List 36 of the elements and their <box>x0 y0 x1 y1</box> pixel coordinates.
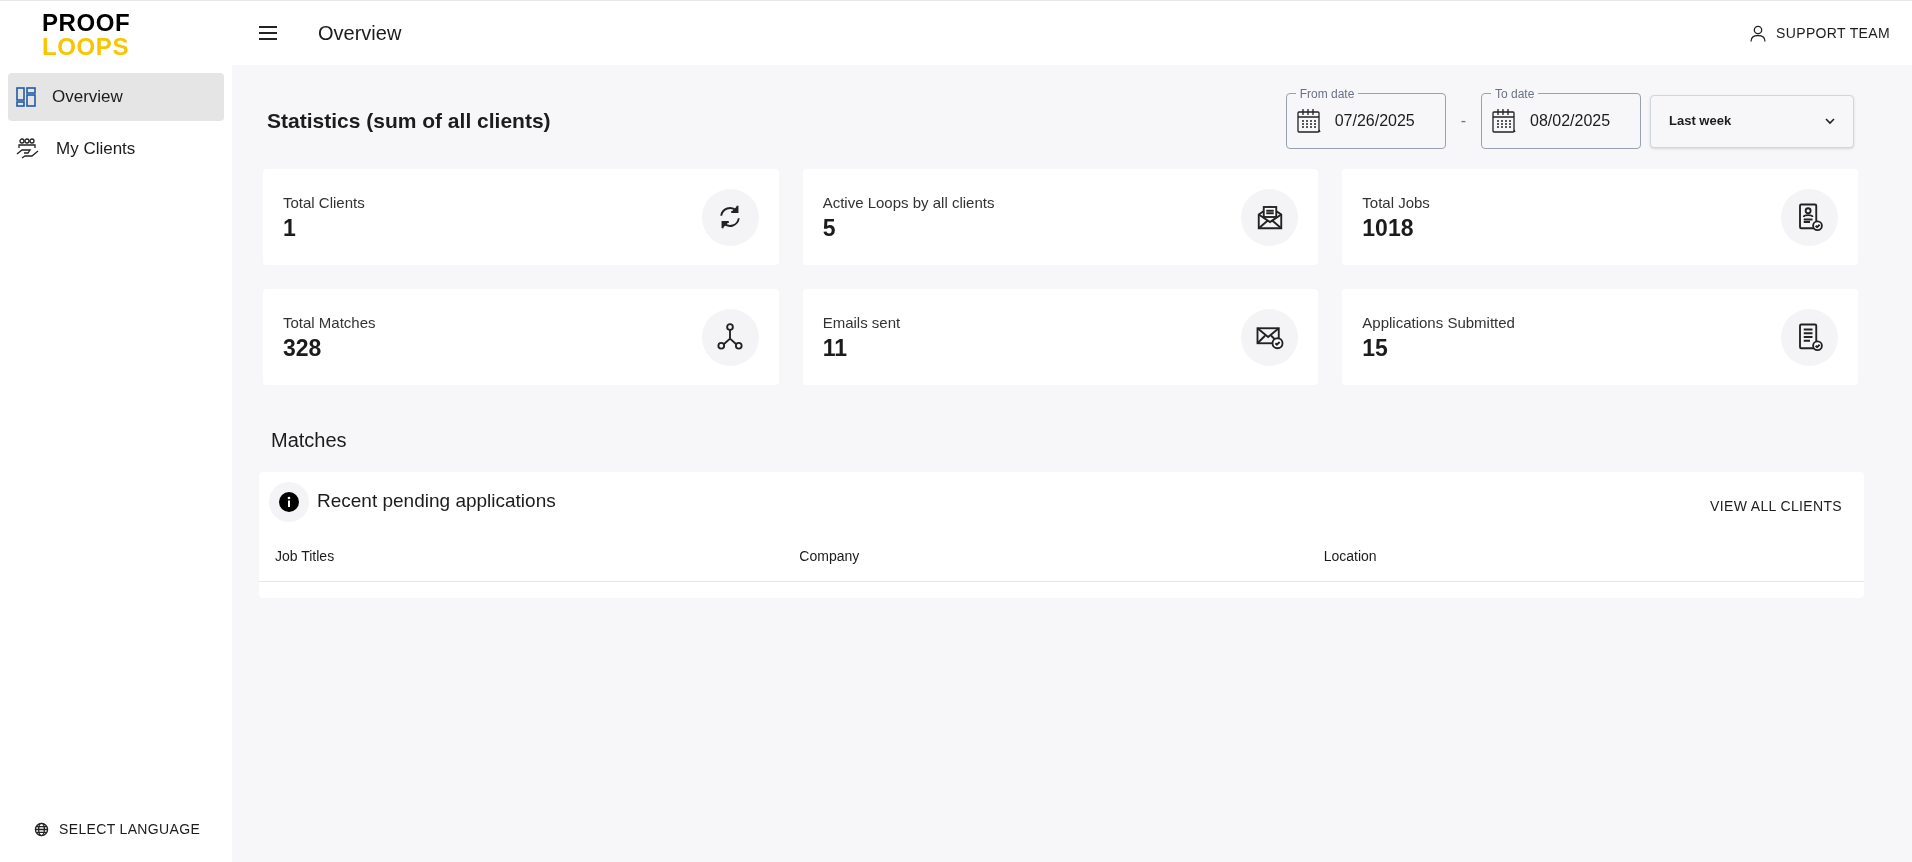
chevron-down-icon <box>1825 117 1835 125</box>
user-icon <box>1750 24 1767 42</box>
calendar-icon <box>1492 108 1516 134</box>
logo-text: LOOPS <box>42 35 130 59</box>
stat-label: Total Jobs <box>1362 192 1430 213</box>
stat-label: Active Loops by all clients <box>822 192 995 213</box>
date-separator: - <box>1460 111 1466 131</box>
section-title: Matches <box>271 428 348 453</box>
stat-value: 328 <box>283 334 323 363</box>
logo-text: PROOF <box>42 11 132 35</box>
info-icon <box>269 482 309 522</box>
stat-label: Applications Submitted <box>1362 312 1515 333</box>
stat-label: Total Clients <box>283 192 365 213</box>
sidebar-item[interactable]: Overview <box>8 73 224 121</box>
stat-value: 15 <box>1362 334 1389 363</box>
globe-icon <box>34 822 49 837</box>
stat-label: Emails sent <box>822 312 901 333</box>
range-dropdown[interactable]: Last week <box>1650 94 1854 148</box>
calendar-icon <box>1296 108 1321 134</box>
user-button[interactable]: SUPPORT TEAM <box>1750 22 1890 44</box>
stat-value: 1018 <box>1362 214 1415 243</box>
stat-value: 5 <box>822 214 837 243</box>
hand-people-icon <box>16 138 40 160</box>
dashboard-icon <box>16 87 36 107</box>
panel-title: Recent pending applications <box>317 488 556 513</box>
page-title: Overview <box>318 21 402 46</box>
column-header: Company <box>799 547 861 566</box>
view-all-clients-link[interactable]: VIEW ALL CLIENTS <box>1710 495 1842 517</box>
menu-icon <box>258 25 278 41</box>
column-header: Location <box>1323 547 1378 566</box>
column-header: Job Titles <box>275 547 336 566</box>
stat-value: 1 <box>283 214 297 243</box>
section-title: Statistics (sum of all clients) <box>267 108 551 135</box>
stat-label: Total Matches <box>283 312 376 333</box>
select-language-button[interactable]: SELECT LANGUAGE <box>34 819 201 840</box>
stat-value: 11 <box>822 334 848 363</box>
